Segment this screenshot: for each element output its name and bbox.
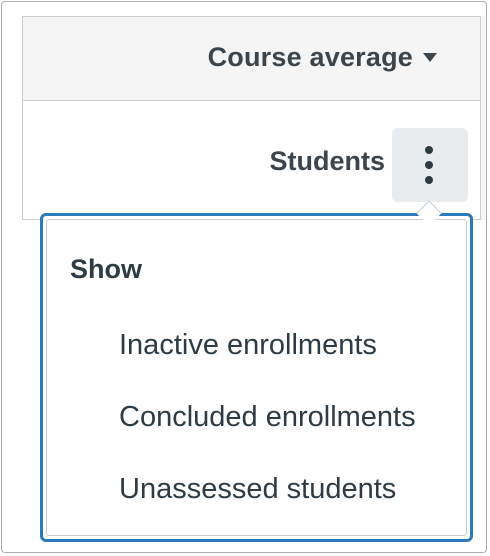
- vertical-ellipsis-icon: [425, 161, 433, 169]
- students-menu-button[interactable]: [392, 128, 468, 202]
- adjacent-column-edge: [480, 16, 486, 220]
- menu-item-concluded-enrollments[interactable]: Concluded enrollments: [119, 401, 416, 434]
- students-label: Students: [269, 146, 385, 176]
- vertical-ellipsis-icon: [425, 176, 433, 184]
- column-header-title[interactable]: Course average: [208, 42, 413, 73]
- menu-item-unassessed-students[interactable]: Unassessed students: [119, 473, 396, 506]
- vertical-ellipsis-icon: [425, 146, 433, 154]
- screenshot-frame: Course average Students Show Inactive en…: [1, 1, 487, 553]
- menu-item-inactive-enrollments[interactable]: Inactive enrollments: [119, 329, 377, 362]
- triangle-down-icon[interactable]: [423, 53, 437, 62]
- menu-heading: Show: [70, 254, 142, 284]
